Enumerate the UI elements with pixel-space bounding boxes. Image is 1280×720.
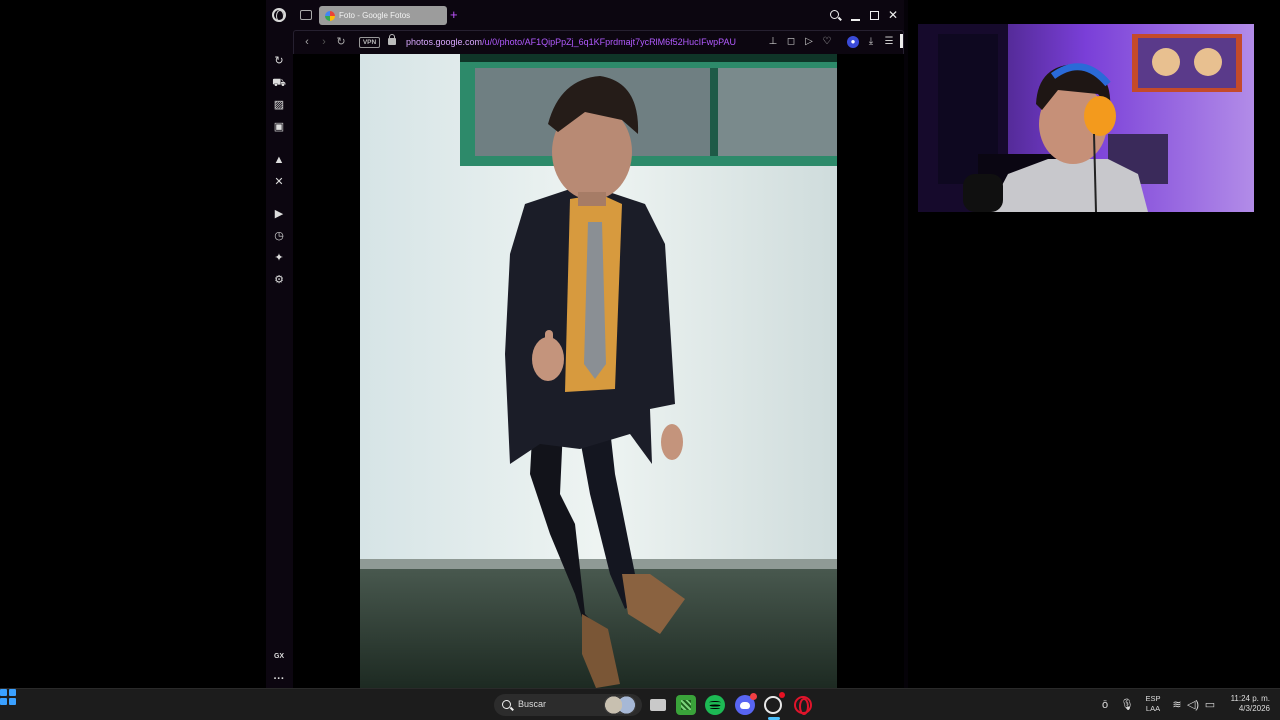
browser-sidebar: ↻ ⛟ ▨ ▣ ▲ ✕ ▶ ◷ ✦ ⚙ GX ···: [266, 30, 293, 688]
page-content: [293, 54, 904, 688]
shopping-icon[interactable]: ⛟: [272, 76, 286, 90]
snapshot-icon[interactable]: ◻: [785, 36, 797, 48]
onedrive-icon[interactable]: ō: [1098, 698, 1112, 712]
clock-icon[interactable]: ◷: [272, 229, 286, 243]
history-icon[interactable]: ↻: [272, 54, 286, 68]
new-tab-button[interactable]: +: [450, 6, 458, 24]
wallet-icon[interactable]: ▨: [272, 98, 286, 112]
file-explorer-icon[interactable]: [648, 695, 668, 715]
url-path: /u/0/photo/AF1QipPpZj_6q1KFprdmajt7ycRlM…: [482, 37, 737, 47]
desktop-screen: Foto - Google Fotos + ✕ ↻ ⛟ ▨ ▣ ▲ ✕ ▶ ◷ …: [0, 0, 1280, 720]
extension-icon[interactable]: ●: [847, 36, 859, 48]
discord-icon[interactable]: [735, 693, 757, 715]
taskbar: Buscar ō 🎙 ESP LAA ≋ ◁) ▭ 11:24 p. m. 4/…: [0, 688, 1280, 720]
tab-title: Foto - Google Fotos: [339, 11, 411, 20]
photo-viewer-image[interactable]: [360, 54, 837, 688]
back-button[interactable]: ‹: [301, 36, 313, 48]
gx-corner-icon[interactable]: GX: [272, 650, 286, 664]
search-icon: [502, 700, 511, 709]
tab-google-photos[interactable]: Foto - Google Fotos: [319, 6, 447, 25]
opera-gx-logo-icon[interactable]: [272, 8, 286, 22]
tab-search-button[interactable]: [828, 8, 842, 22]
wifi-icon[interactable]: ≋: [1170, 698, 1184, 712]
window-edge: [904, 0, 908, 688]
clock-date: 4/3/2026: [1238, 704, 1270, 713]
x-twitter-icon[interactable]: ✕: [272, 175, 286, 189]
tab-islands-icon[interactable]: [300, 10, 312, 20]
google-photos-favicon-icon: [325, 10, 335, 21]
opera-icon[interactable]: [794, 696, 812, 715]
minecraft-icon[interactable]: [676, 695, 696, 715]
maximize-button[interactable]: [867, 8, 881, 22]
system-clock[interactable]: 11:24 p. m. 4/3/2026: [1222, 694, 1270, 714]
extensions-icon[interactable]: ✦: [272, 251, 286, 265]
search-label: Buscar: [518, 699, 547, 709]
language-indicator[interactable]: ESP LAA: [1144, 694, 1162, 714]
reload-button[interactable]: ↻: [335, 36, 347, 48]
settings-icon[interactable]: ⚙: [272, 273, 286, 287]
ai-icon[interactable]: ▲: [272, 153, 286, 167]
url-host: photos.google.com: [406, 37, 483, 47]
url-field[interactable]: photos.google.com/u/0/photo/AF1QipPpZj_6…: [406, 36, 746, 49]
keyboard-layout: LAA: [1145, 704, 1161, 713]
search-highlight-icon: [604, 696, 636, 714]
title-bar: Foto - Google Fotos + ✕: [266, 0, 908, 30]
browser-window: Foto - Google Fotos + ✕ ↻ ⛟ ▨ ▣ ▲ ✕ ▶ ◷ …: [266, 0, 908, 688]
forward-button[interactable]: ›: [318, 36, 330, 48]
taskbar-search[interactable]: Buscar: [494, 694, 642, 716]
search-icon: [830, 10, 839, 19]
easy-setup-icon[interactable]: ☰: [883, 36, 895, 48]
active-app-indicator: [768, 717, 780, 720]
player-icon[interactable]: ▶: [272, 207, 286, 221]
minimize-icon: [851, 19, 860, 21]
webcam-overlay: [918, 24, 1254, 212]
maximize-icon: [870, 11, 879, 20]
volume-icon[interactable]: ◁): [1186, 698, 1200, 712]
spotify-icon[interactable]: [705, 695, 725, 715]
scrollbar[interactable]: [900, 34, 903, 48]
lang-code: ESP: [1145, 694, 1161, 703]
close-button[interactable]: ✕: [886, 8, 900, 22]
lock-icon[interactable]: [388, 34, 396, 45]
vpn-badge[interactable]: VPN: [359, 37, 380, 48]
battery-icon[interactable]: ▭: [1203, 698, 1217, 712]
download-icon[interactable]: ⤓: [865, 36, 877, 48]
heart-icon[interactable]: ♡: [821, 36, 833, 48]
address-bar: ‹ › ↻ VPN photos.google.com/u/0/photo/AF…: [293, 30, 904, 54]
twitch-icon[interactable]: ▣: [272, 120, 286, 134]
opera-gx-icon[interactable]: [764, 692, 785, 714]
more-icon[interactable]: ···: [272, 672, 286, 686]
minimize-button[interactable]: [848, 8, 862, 22]
clock-time: 11:24 p. m.: [1230, 694, 1270, 703]
microphone-icon[interactable]: 🎙: [1120, 698, 1134, 712]
start-icon[interactable]: [0, 689, 16, 705]
send-icon[interactable]: ▷: [803, 36, 815, 48]
pin-icon[interactable]: ⊥: [767, 36, 779, 48]
